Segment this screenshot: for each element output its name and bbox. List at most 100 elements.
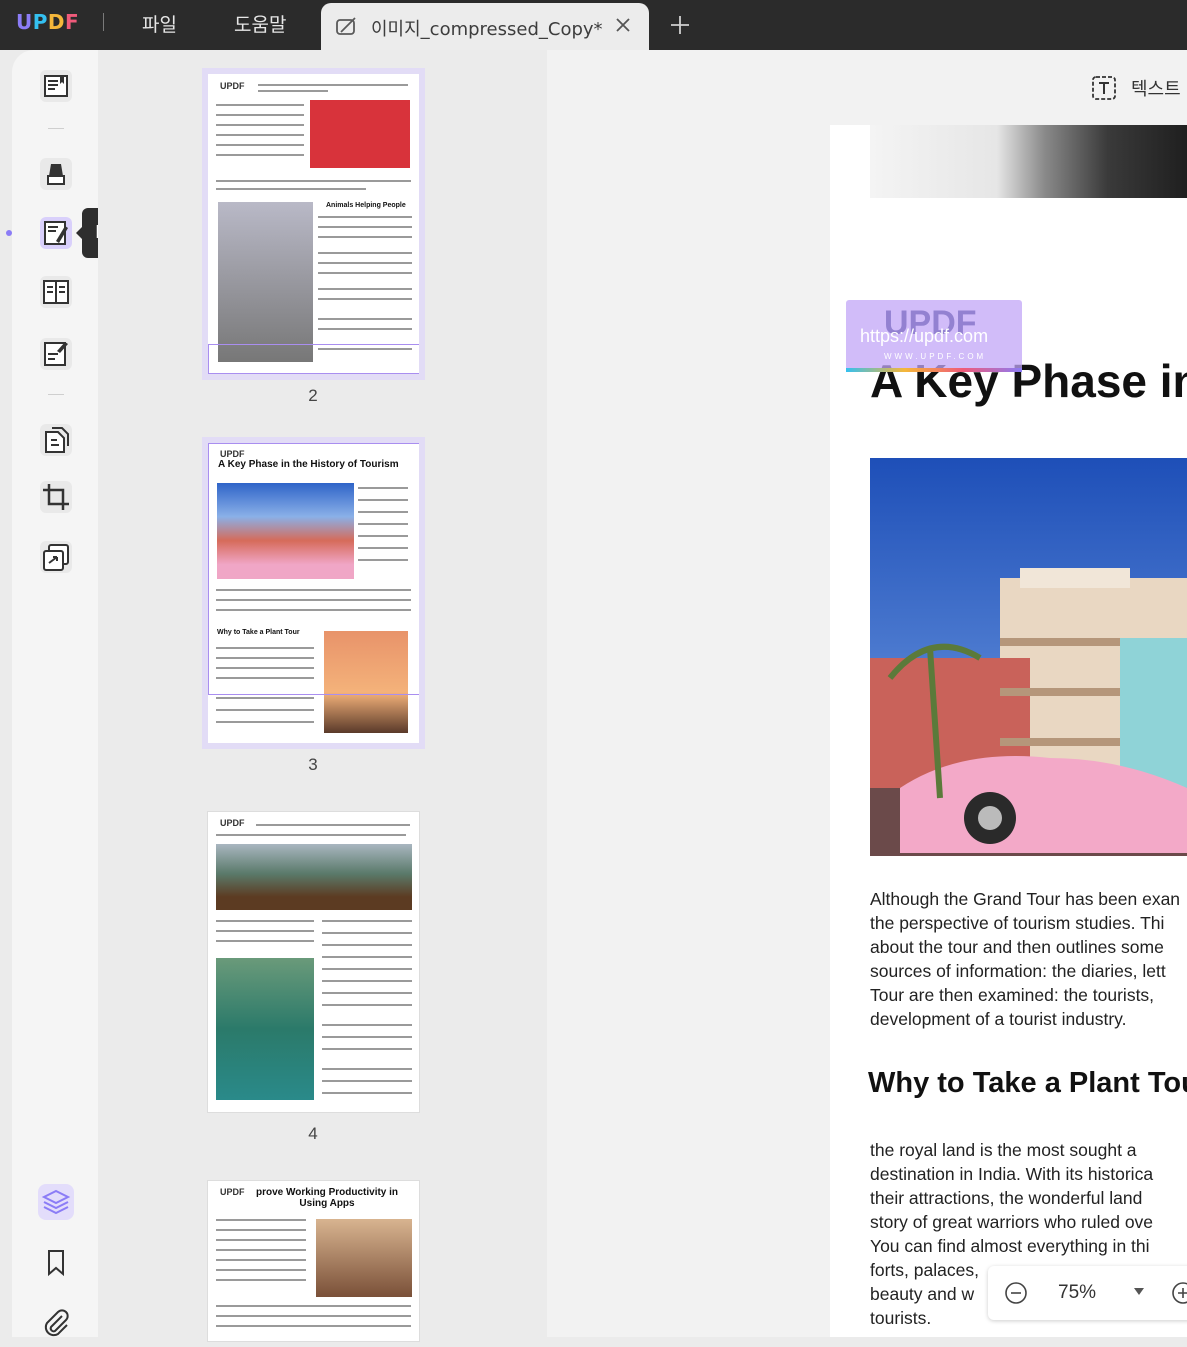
watermark-url: https://updf.com xyxy=(860,326,989,346)
page-number-2: 2 xyxy=(308,386,318,405)
organize-pages-icon xyxy=(40,424,72,456)
thumb-text-line xyxy=(322,1036,412,1038)
edit-pdf-tool[interactable] xyxy=(36,213,76,253)
thumb-text-line xyxy=(256,824,410,826)
thumb-text-line xyxy=(318,216,412,218)
page-thumbnail-3[interactable]: UPDF A Key Phase in the History of Touri… xyxy=(208,443,419,743)
thumb-selection-box xyxy=(208,344,419,374)
document-edit-icon xyxy=(336,17,356,35)
title-bar: UPDF 파일 도움말 이미지_compressed_Copy* xyxy=(0,0,1187,50)
thumb-text-line xyxy=(318,226,412,228)
comment-tool[interactable] xyxy=(36,154,76,194)
thumb-text-line xyxy=(318,236,412,238)
add-tab-icon[interactable] xyxy=(668,13,692,37)
page-thumbnail-5[interactable]: UPDF prove Working Productivity in Using… xyxy=(208,1181,419,1341)
thumb-image-dogs xyxy=(310,100,410,168)
paragraph-line: destination in India. With its historica xyxy=(870,1164,1154,1184)
zoom-out-icon[interactable] xyxy=(1004,1281,1028,1305)
paragraph-line: the royal land is the most sought a xyxy=(870,1140,1137,1160)
document-tab[interactable]: 이미지_compressed_Copy* xyxy=(321,3,649,50)
thumb-text-line xyxy=(216,920,314,922)
paragraph-line: the perspective of tourism studies. Thi xyxy=(870,913,1165,933)
thumb-text-line xyxy=(322,920,412,922)
zoom-level[interactable]: 75% xyxy=(1058,1282,1096,1304)
thumb-text-line xyxy=(216,1279,306,1281)
watermark[interactable]: UPDF https://updf.com WWW.UPDF.COM xyxy=(846,300,1022,372)
zoom-control: 75% xyxy=(988,1266,1187,1320)
thumb-text-line xyxy=(322,1080,412,1082)
paragraph-line: development of a tourist industry. xyxy=(870,1009,1127,1029)
thumb-text-line xyxy=(318,288,412,290)
form-tool[interactable] xyxy=(36,272,76,312)
paragraph-line: You can find almost everything in thi xyxy=(870,1236,1150,1256)
thumb-text-line xyxy=(216,1219,306,1221)
highlighter-icon xyxy=(40,158,72,190)
thumb-text-line xyxy=(216,1269,306,1271)
bookmark-icon xyxy=(48,1250,64,1277)
thumb-text-line xyxy=(216,188,366,190)
paragraph-line: about the tour and then outlines some xyxy=(870,937,1164,957)
thumb-image-boat xyxy=(216,844,412,910)
watermark-subtext: WWW.UPDF.COM xyxy=(884,352,987,361)
page-number-3: 3 xyxy=(308,755,318,774)
text-tool-label: 텍스트 xyxy=(1131,79,1181,100)
thumb-text-line xyxy=(322,980,412,982)
paragraph-line: sources of information: the diaries, let… xyxy=(870,961,1166,981)
thumb-logo: UPDF xyxy=(220,818,245,828)
paragraph-line: beauty and w xyxy=(870,1284,975,1304)
thumb-text-line xyxy=(322,1092,412,1094)
thumb-text-line xyxy=(216,1315,411,1317)
thumb-text-line xyxy=(216,697,314,699)
tab-title: 이미지_compressed_Copy* xyxy=(371,19,603,40)
thumb-text-line xyxy=(322,1068,412,1070)
thumb-text-line xyxy=(216,721,314,723)
active-tool-indicator xyxy=(6,230,12,236)
crop-tool[interactable] xyxy=(36,477,76,517)
thumb-text-line xyxy=(216,940,314,942)
menu-help[interactable]: 도움말 xyxy=(234,10,286,37)
thumb-text-line xyxy=(322,956,412,958)
close-icon[interactable] xyxy=(612,14,634,36)
thumb-text-line xyxy=(318,272,412,274)
organize-pages-tool[interactable] xyxy=(36,420,76,460)
thumb-text-line xyxy=(216,1259,306,1261)
menu-separator xyxy=(103,13,104,31)
convert-tool[interactable] xyxy=(36,537,76,577)
thumb-text-line xyxy=(318,318,412,320)
paragraph-line: forts, palaces, xyxy=(870,1260,979,1280)
thumb-text-line xyxy=(322,968,412,970)
text-tool-icon xyxy=(1092,76,1116,100)
toolbar-divider xyxy=(48,128,64,129)
thumb-logo: UPDF xyxy=(220,81,245,91)
fill-sign-tool[interactable] xyxy=(36,334,76,374)
thumb-image-cat xyxy=(218,202,313,362)
thumb-text-line xyxy=(216,134,304,136)
convert-icon xyxy=(40,541,72,573)
thumb-text-line xyxy=(216,930,314,932)
menu-file[interactable]: 파일 xyxy=(142,10,177,37)
thumb-image-office xyxy=(316,1219,412,1297)
thumb-selection-box xyxy=(208,443,419,695)
thumb-text-line xyxy=(216,154,304,156)
chevron-down-icon[interactable] xyxy=(1134,1288,1144,1296)
add-text-tool[interactable]: 텍스트 xyxy=(1089,73,1181,103)
layers-icon xyxy=(38,1184,74,1220)
zoom-in-icon[interactable] xyxy=(1171,1281,1187,1305)
fill-sign-icon xyxy=(40,338,72,370)
reader-tool[interactable] xyxy=(36,66,76,106)
paragraph-line: Tour are then examined: the tourists, xyxy=(870,985,1155,1005)
thumb-text-line xyxy=(318,328,412,330)
thumb-text-line xyxy=(216,1249,306,1251)
form-icon xyxy=(40,276,72,308)
thumb-text-line xyxy=(322,1048,412,1050)
page-thumbnail-2[interactable]: UPDF Animals Helping People xyxy=(208,74,419,374)
layers-tool[interactable] xyxy=(36,1182,76,1222)
page-thumbnail-4[interactable]: UPDF xyxy=(208,812,419,1112)
thumb-heading: Animals Helping People xyxy=(326,202,406,209)
toolbar-divider xyxy=(48,394,64,395)
thumb-text-line xyxy=(216,1305,411,1307)
page-image-havana[interactable] xyxy=(870,458,1187,856)
attachment-tool[interactable] xyxy=(36,1302,76,1342)
page-number-4: 4 xyxy=(308,1124,318,1143)
bookmark-tool[interactable] xyxy=(36,1242,76,1282)
